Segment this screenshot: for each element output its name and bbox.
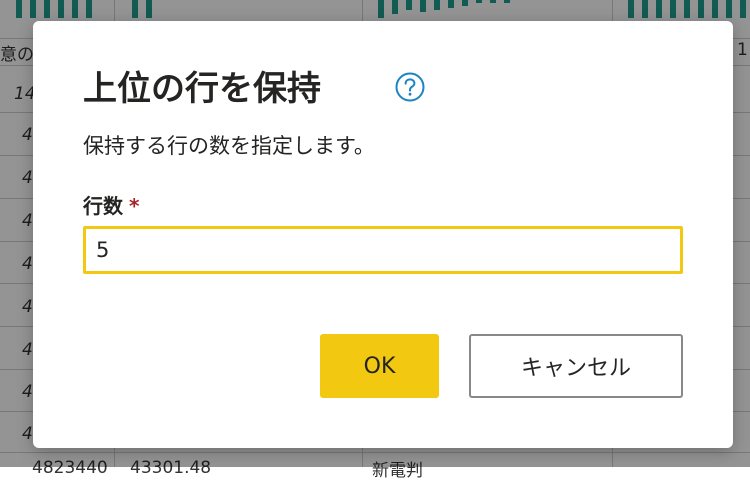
cancel-button[interactable]: キャンセル: [469, 334, 683, 398]
dialog-description: 保持する行の数を指定します。: [83, 134, 375, 158]
row-count-label-text: 行数: [83, 194, 123, 218]
ok-button[interactable]: OK: [320, 334, 439, 398]
question-circle-icon[interactable]: [395, 72, 425, 102]
dialog-title: 上位の行を保持: [83, 69, 321, 109]
required-mark: *: [129, 194, 140, 218]
question-circle-icon-graphic: [395, 72, 425, 102]
keep-top-rows-dialog: 上位の行を保持 保持する行の数を指定します。 行数* OK キャンセル: [33, 21, 733, 448]
row-count-input[interactable]: [83, 226, 683, 274]
row-count-label: 行数 *: [83, 192, 139, 220]
